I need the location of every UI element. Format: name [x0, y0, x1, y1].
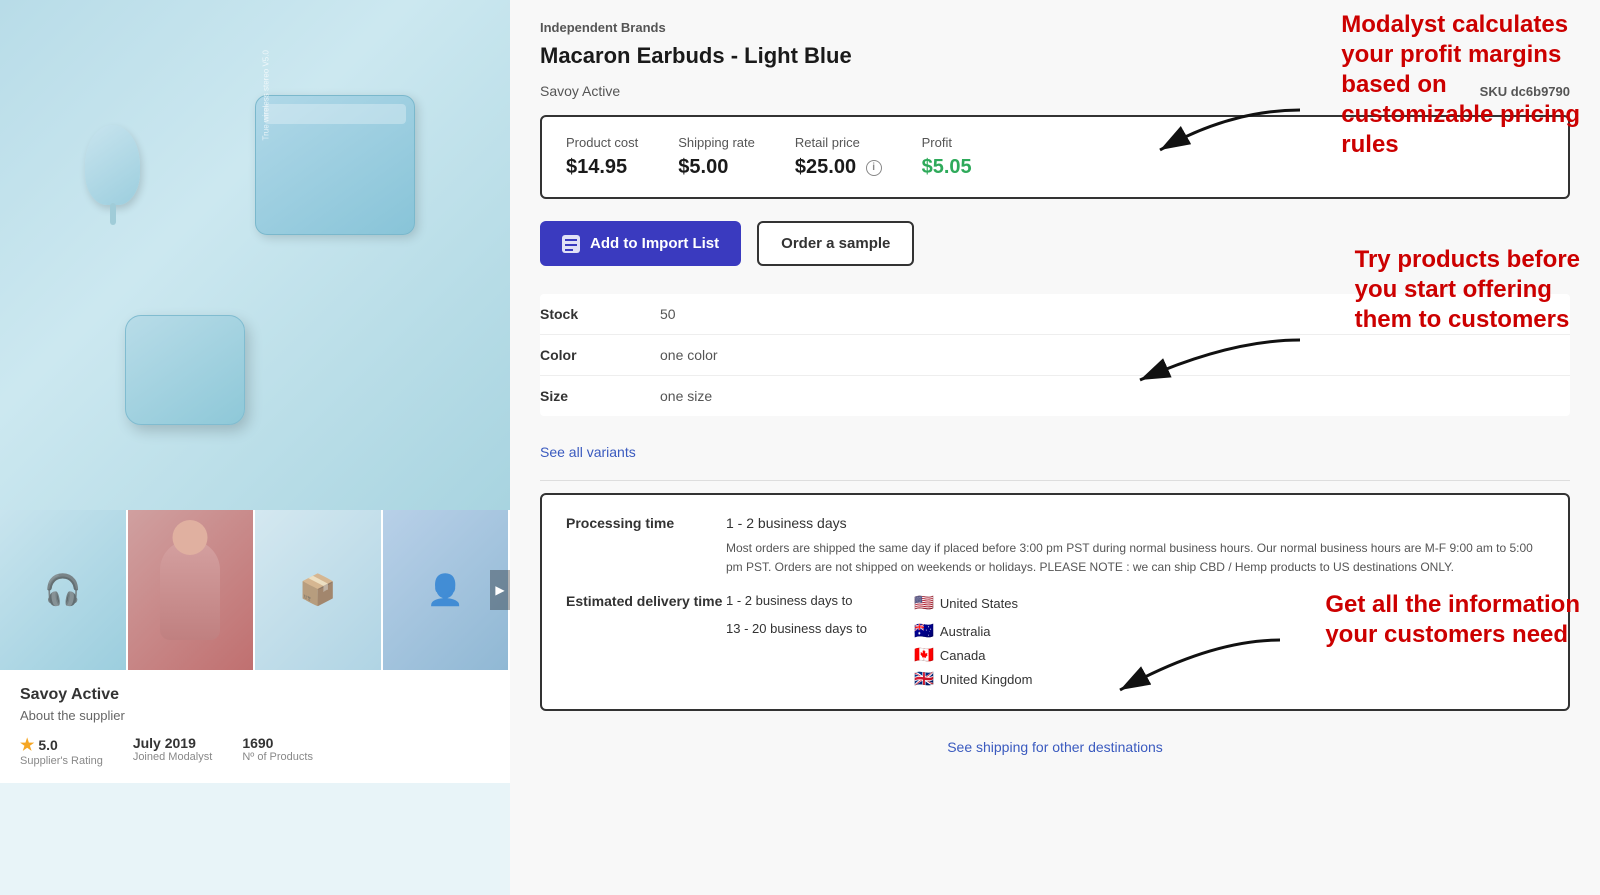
- detail-row-size: Size one size: [540, 376, 1570, 416]
- delivery-destinations: 1 - 2 business days to 🇺🇸 United States …: [726, 593, 1544, 689]
- star-icon: ★: [20, 735, 34, 755]
- au-flag-icon: 🇦🇺: [914, 621, 934, 641]
- product-hero-image: True wireless stereo V5.0: [0, 0, 510, 510]
- see-shipping-link[interactable]: See shipping for other destinations: [540, 727, 1570, 767]
- flag-us: 🇺🇸 United States: [914, 593, 1018, 613]
- processing-time-label: Processing time: [566, 515, 726, 577]
- earbud-box: True wireless stereo V5.0: [255, 95, 415, 235]
- earbud-case: [125, 315, 245, 425]
- stat-rating-value: ★ 5.0: [20, 735, 103, 755]
- action-row: Add to Import List Order a sample: [540, 221, 1570, 266]
- shipping-rate-label: Shipping rate: [678, 135, 755, 150]
- uk-name: United Kingdom: [940, 672, 1033, 687]
- ca-flag-icon: 🇨🇦: [914, 645, 934, 665]
- stat-joined: July 2019 Joined Modalyst: [133, 735, 213, 767]
- stat-products: 1690 Nº of Products: [242, 735, 313, 767]
- thumbnail-3[interactable]: 📦: [255, 510, 383, 670]
- thumbnail-1[interactable]: 🎧: [0, 510, 128, 670]
- product-cost-label: Product cost: [566, 135, 638, 150]
- stat-products-value: 1690: [242, 735, 313, 751]
- flag-uk: 🇬🇧 United Kingdom: [914, 669, 1032, 689]
- detail-row-stock: Stock 50: [540, 294, 1570, 335]
- see-all-variants-link[interactable]: See all variants: [540, 436, 1570, 468]
- destination-flags-1: 🇺🇸 United States: [914, 593, 1018, 613]
- product-cost-value: $14.95: [566, 156, 638, 179]
- stat-rating-label: Supplier's Rating: [20, 755, 103, 767]
- retail-price-info-icon[interactable]: i: [866, 160, 882, 176]
- thumb-icon-4: 👤: [427, 573, 464, 608]
- au-name: Australia: [940, 624, 991, 639]
- supplier-stats: ★ 5.0 Supplier's Rating July 2019 Joined…: [20, 735, 490, 767]
- estimated-delivery-row: Estimated delivery time 1 - 2 business d…: [566, 593, 1544, 689]
- retail-price-label: Retail price: [795, 135, 882, 150]
- profit-label: Profit: [922, 135, 972, 150]
- thumb-icon-3: 📦: [299, 573, 336, 608]
- ca-name: Canada: [940, 648, 986, 663]
- processing-time-row: Processing time 1 - 2 business days Most…: [566, 515, 1544, 577]
- product-title: Macaron Earbuds - Light Blue: [540, 43, 1570, 69]
- add-to-import-list-button[interactable]: Add to Import List: [540, 221, 741, 266]
- sku-code: SKU dc6b9790: [1480, 84, 1570, 99]
- delivery-content: 1 - 2 business days to 🇺🇸 United States …: [726, 593, 1544, 689]
- stock-value: 50: [660, 306, 676, 322]
- product-visual: True wireless stereo V5.0: [65, 65, 445, 445]
- color-label: Color: [540, 347, 660, 363]
- delivery-time-1: 1 - 2 business days to: [726, 593, 906, 608]
- shipping-info-box: Processing time 1 - 2 business days Most…: [540, 493, 1570, 711]
- stock-label: Stock: [540, 306, 660, 322]
- stat-joined-value: July 2019: [133, 735, 213, 751]
- delivery-row-2: 13 - 20 business days to 🇦🇺 Australia 🇨🇦…: [726, 621, 1544, 689]
- order-sample-button[interactable]: Order a sample: [757, 221, 914, 266]
- flag-au: 🇦🇺 Australia: [914, 621, 1032, 641]
- thumb-person: [160, 540, 220, 640]
- box-text: True wireless stereo V5.0: [262, 50, 271, 140]
- detail-row-color: Color one color: [540, 335, 1570, 376]
- pricing-shipping: Shipping rate $5.00: [678, 135, 755, 179]
- delivery-time-2: 13 - 20 business days to: [726, 621, 906, 636]
- thumbnail-next-arrow[interactable]: ▶: [490, 570, 510, 610]
- processing-note: Most orders are shipped the same day if …: [726, 539, 1544, 577]
- profit-value: $5.05: [922, 156, 972, 179]
- left-panel: True wireless stereo V5.0 🎧: [0, 0, 510, 895]
- pricing-profit: Profit $5.05: [922, 135, 972, 179]
- divider: [540, 480, 1570, 481]
- delivery-row-1: 1 - 2 business days to 🇺🇸 United States: [726, 593, 1544, 613]
- us-name: United States: [940, 596, 1018, 611]
- brand-label: Independent Brands: [540, 20, 1570, 35]
- main-layout: True wireless stereo V5.0 🎧: [0, 0, 1600, 895]
- color-value: one color: [660, 347, 718, 363]
- stat-rating: ★ 5.0 Supplier's Rating: [20, 735, 103, 767]
- size-value: one size: [660, 388, 712, 404]
- retail-price-value: $25.00 i: [795, 156, 882, 179]
- destination-flags-2: 🇦🇺 Australia 🇨🇦 Canada 🇬🇧 United Kin: [914, 621, 1032, 689]
- supplier-info: Savoy Active About the supplier ★ 5.0 Su…: [0, 670, 510, 783]
- uk-flag-icon: 🇬🇧: [914, 669, 934, 689]
- pricing-product-cost: Product cost $14.95: [566, 135, 638, 179]
- supplier-about: About the supplier: [20, 708, 490, 723]
- stat-products-label: Nº of Products: [242, 751, 313, 763]
- sku-supplier: Savoy Active: [540, 83, 620, 99]
- us-flag-icon: 🇺🇸: [914, 593, 934, 613]
- sku-row: Savoy Active SKU dc6b9790: [540, 83, 1570, 99]
- right-panel: Independent Brands Macaron Earbuds - Lig…: [510, 0, 1600, 895]
- pricing-box: Product cost $14.95 Shipping rate $5.00 …: [540, 115, 1570, 199]
- earbud-unit: [85, 125, 140, 205]
- estimated-delivery-label: Estimated delivery time: [566, 593, 726, 689]
- stat-joined-label: Joined Modalyst: [133, 751, 213, 763]
- supplier-name: Savoy Active: [20, 686, 490, 704]
- size-label: Size: [540, 388, 660, 404]
- list-icon: [562, 235, 580, 253]
- thumbnail-strip: 🎧 📦 👤 ▶: [0, 510, 510, 670]
- processing-time-content: 1 - 2 business days Most orders are ship…: [726, 515, 1544, 577]
- pricing-retail: Retail price $25.00 i: [795, 135, 882, 179]
- shipping-rate-value: $5.00: [678, 156, 755, 179]
- thumbnail-2[interactable]: [128, 510, 256, 670]
- thumb-icon-1: 🎧: [44, 573, 81, 608]
- product-details: Stock 50 Color one color Size one size: [540, 294, 1570, 416]
- flag-ca: 🇨🇦 Canada: [914, 645, 1032, 665]
